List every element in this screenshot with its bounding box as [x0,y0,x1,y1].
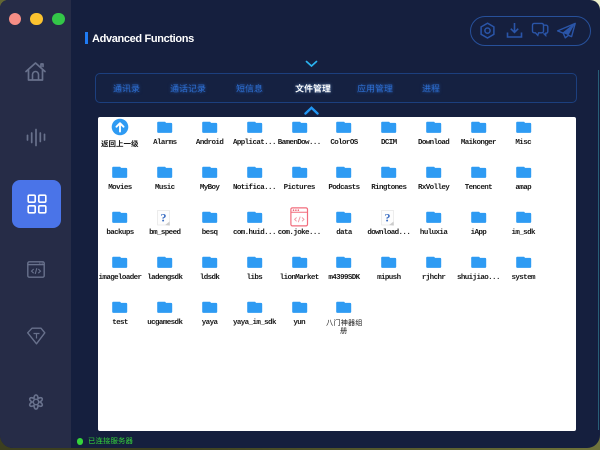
svg-text:?: ? [385,210,391,224]
svg-text:?: ? [161,210,167,224]
